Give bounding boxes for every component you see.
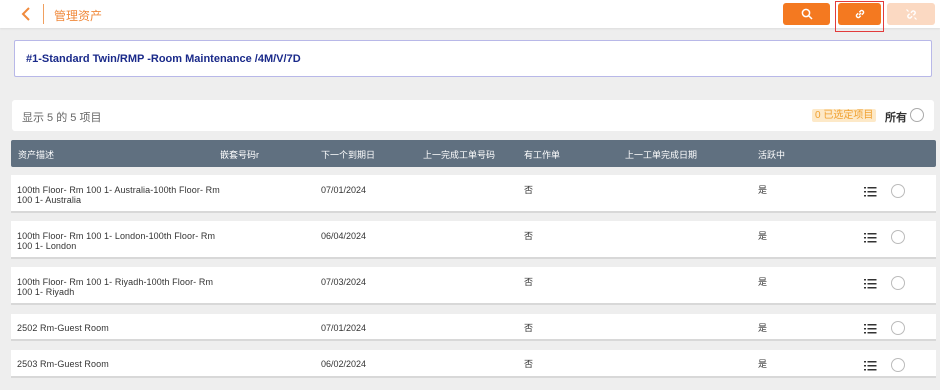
has-work-order: 否	[524, 231, 534, 241]
active-status: 是	[758, 185, 768, 195]
search-button[interactable]	[783, 3, 830, 25]
asset-title: #1-Standard Twin/RMP -Room Maintenance /…	[26, 53, 301, 65]
column-header-last-wo-number: 上一完成工单号码	[423, 150, 496, 160]
row-select-radio[interactable]	[891, 321, 905, 335]
active-status: 是	[758, 231, 768, 241]
selected-badge: 0 已选定项目	[812, 109, 877, 122]
next-due-date: 07/03/2024	[321, 277, 367, 287]
row-select-radio[interactable]	[891, 184, 905, 198]
has-work-order: 否	[524, 359, 534, 369]
chevron-left-icon	[21, 7, 30, 21]
table-header: 资产描述 嵌套号码r 下一个到期日 上一完成工单号码 有工作单 上一工单完成日期…	[11, 140, 936, 167]
asset-description: 100th Floor- Rm 100 1- Australia-100th F…	[17, 185, 220, 205]
has-work-order: 否	[524, 323, 534, 333]
page-title: 管理资产	[54, 9, 103, 23]
row-select-radio[interactable]	[891, 358, 905, 372]
select-all-label: 所有	[885, 112, 907, 124]
highlight-box	[835, 1, 884, 32]
asset-description: 100th Floor- Rm 100 1- Riyadh-100th Floo…	[17, 277, 214, 297]
summary-bar: 显示 5 的 5 项目 0 已选定项目 所有	[12, 100, 934, 131]
has-work-order: 否	[524, 277, 534, 287]
list-icon[interactable]	[864, 322, 878, 334]
next-due-date: 06/04/2024	[321, 231, 367, 241]
title-divider	[43, 4, 44, 24]
active-status: 是	[758, 359, 768, 369]
next-due-date: 06/02/2024	[321, 359, 367, 369]
table-row[interactable]: 2502 Rm-Guest Room 07/01/2024 否 是	[11, 314, 936, 341]
column-header-asset-desc: 资产描述	[18, 150, 55, 160]
table-row[interactable]: 100th Floor- Rm 100 1- London-100th Floo…	[11, 221, 936, 259]
asset-description: 2503 Rm-Guest Room	[17, 359, 109, 369]
back-button[interactable]	[17, 5, 35, 23]
top-bar: 管理资产	[0, 0, 940, 28]
next-due-date: 07/01/2024	[321, 323, 367, 333]
column-header-next-due: 下一个到期日	[321, 150, 376, 160]
has-work-order: 否	[524, 185, 534, 195]
row-select-radio[interactable]	[891, 230, 905, 244]
select-all-radio[interactable]	[910, 108, 924, 122]
list-icon[interactable]	[864, 359, 878, 371]
asset-description: 2502 Rm-Guest Room	[17, 323, 109, 333]
table-row[interactable]: 100th Floor- Rm 100 1- Riyadh-100th Floo…	[11, 267, 936, 305]
active-status: 是	[758, 277, 768, 287]
search-icon	[801, 8, 813, 20]
active-status: 是	[758, 323, 768, 333]
next-due-date: 07/01/2024	[321, 185, 367, 195]
unlink-icon	[905, 8, 917, 20]
list-icon[interactable]	[864, 277, 878, 289]
asset-card: #1-Standard Twin/RMP -Room Maintenance /…	[14, 40, 932, 77]
asset-description: 100th Floor- Rm 100 1- London-100th Floo…	[17, 231, 216, 251]
unlink-button[interactable]	[887, 3, 935, 25]
column-header-nested-number: 嵌套号码r	[220, 150, 259, 160]
column-header-has-wo: 有工作单	[524, 150, 561, 160]
row-select-radio[interactable]	[891, 276, 905, 290]
table-row[interactable]: 100th Floor- Rm 100 1- Australia-100th F…	[11, 175, 936, 213]
item-count: 显示 5 的 5 项目	[22, 112, 102, 124]
column-header-last-wo-date: 上一工单完成日期	[625, 150, 698, 160]
list-icon[interactable]	[864, 185, 878, 197]
list-icon[interactable]	[864, 231, 878, 243]
column-header-active: 活跃中	[758, 150, 786, 160]
table-row[interactable]: 2503 Rm-Guest Room 06/02/2024 否 是	[11, 350, 936, 378]
